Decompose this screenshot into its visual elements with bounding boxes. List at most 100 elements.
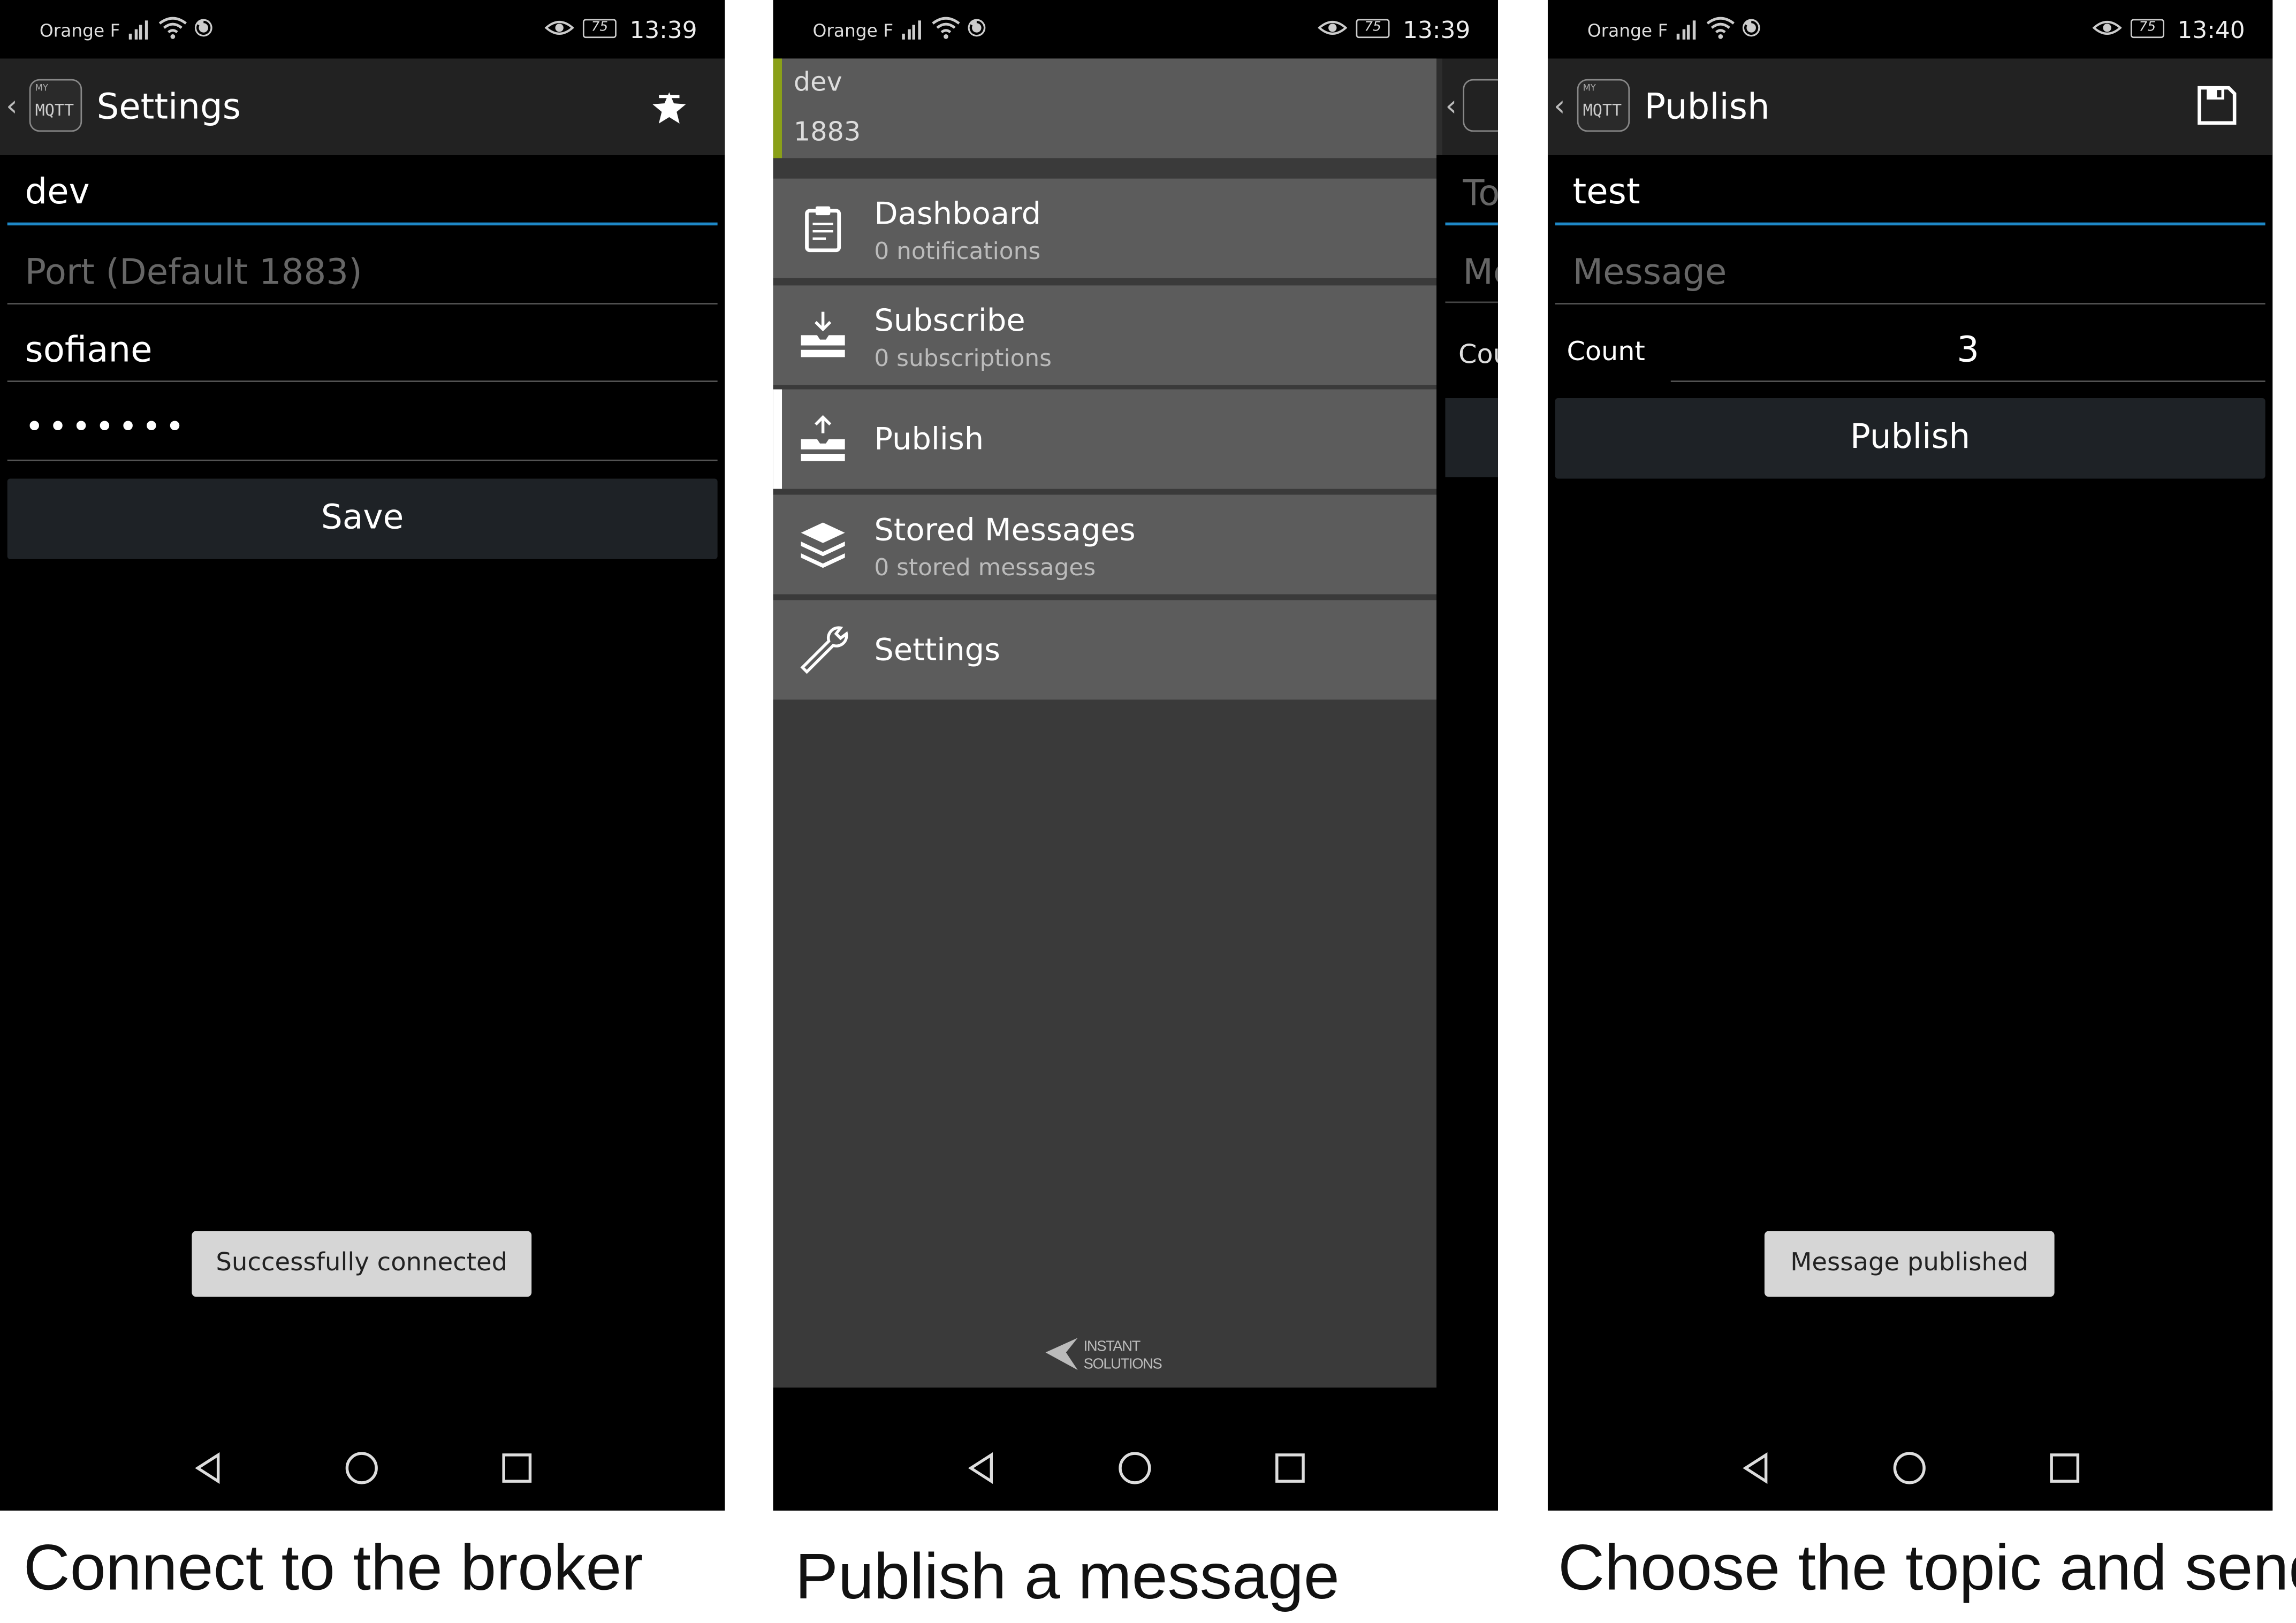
peek-topic-underline xyxy=(1445,222,1498,226)
app-bar: ‹ MY MQTT Publish xyxy=(1547,58,2273,155)
mqtt-logo-icon[interactable]: MY MQTT xyxy=(1577,79,1630,132)
svg-text:INSTANT: INSTANT xyxy=(1084,1338,1141,1354)
drawer-header: dev 1883 xyxy=(773,58,1437,158)
signal-icon xyxy=(128,19,153,40)
peek-publish-button xyxy=(1445,398,1498,477)
peek-topic-field: To xyxy=(1463,172,1498,214)
drawer-item-label: Dashboard xyxy=(874,196,1041,232)
battery-icon: 75 xyxy=(582,19,617,39)
eye-icon xyxy=(1318,16,1348,45)
svg-text:SOLUTIONS: SOLUTIONS xyxy=(1084,1355,1162,1372)
status-bar: Orange F 75 13:39 xyxy=(0,0,725,59)
back-icon[interactable]: ‹ xyxy=(6,88,18,123)
carrier-label: Orange F xyxy=(1587,20,1668,41)
save-icon[interactable] xyxy=(2196,85,2238,126)
drawer-item-label: Subscribe xyxy=(874,303,1025,338)
subscribe-tray-icon xyxy=(796,309,849,361)
status-bar: Orange F 75 13:39 xyxy=(773,0,1498,59)
screenshot-stage: Orange F 75 13:39 ‹ MY MQTT Settings dev… xyxy=(0,0,2296,1614)
signal-icon xyxy=(1676,19,1700,40)
status-bar: Orange F 75 13:40 xyxy=(1547,0,2273,59)
eye-icon xyxy=(544,16,574,45)
phone-settings-screen: Orange F 75 13:39 ‹ MY MQTT Settings dev… xyxy=(0,0,725,1511)
system-nav-bar xyxy=(1547,1390,2273,1511)
system-nav-bar xyxy=(0,1390,725,1511)
peek-app-bar: ‹ xyxy=(1436,58,1498,155)
save-button[interactable]: Save xyxy=(7,478,718,559)
password-field[interactable]: ••••••• xyxy=(7,385,718,461)
nav-back-icon[interactable] xyxy=(965,1451,1000,1486)
drawer-item-publish[interactable]: Publish xyxy=(773,389,1437,489)
publish-tray-icon xyxy=(796,413,849,465)
battery-icon: 75 xyxy=(1356,19,1390,39)
mqtt-logo-icon[interactable]: MY MQTT xyxy=(29,79,82,132)
caption-connect: Connect to the broker xyxy=(23,1532,643,1604)
clock: 13:40 xyxy=(2177,16,2245,44)
clock: 13:39 xyxy=(629,16,697,44)
eye-icon xyxy=(2092,16,2122,45)
topic-field[interactable]: test xyxy=(1555,149,2265,226)
toast-message: Message published xyxy=(1764,1231,2055,1297)
drawer-item-sub: 0 subscriptions xyxy=(874,344,1052,372)
nav-recents-icon[interactable] xyxy=(1273,1451,1308,1486)
count-field[interactable]: 3 xyxy=(1670,312,2265,382)
peek-count-label: Cou xyxy=(1458,339,1498,371)
toast-message: Successfully connected xyxy=(192,1231,532,1297)
sync-icon xyxy=(1739,16,1763,45)
wifi-icon xyxy=(1706,16,1735,45)
page-title: Publish xyxy=(1644,86,1770,127)
carrier-label: Orange F xyxy=(39,20,120,41)
drawer-port: 1883 xyxy=(793,117,861,148)
port-field[interactable]: Port (Default 1883) xyxy=(7,228,718,304)
count-label: Count xyxy=(1567,337,1645,368)
drawer-host: dev xyxy=(793,67,842,98)
sync-icon xyxy=(965,16,989,45)
signal-icon xyxy=(902,19,925,40)
system-nav-bar xyxy=(773,1390,1498,1511)
back-icon[interactable]: ‹ xyxy=(1554,88,1565,123)
wifi-icon xyxy=(931,16,961,45)
username-field[interactable]: sofiane xyxy=(7,306,718,382)
drawer-item-settings[interactable]: Settings xyxy=(773,600,1437,700)
carrier-label: Orange F xyxy=(812,20,894,41)
background-screen-peek: ‹ To Me Cou xyxy=(1436,58,1498,1388)
nav-back-icon[interactable] xyxy=(192,1451,227,1486)
page-title: Settings xyxy=(96,86,241,127)
sync-icon xyxy=(192,16,215,45)
drawer-item-sub: 0 notifications xyxy=(874,237,1041,265)
caption-choose-topic: Choose the topic and send xyxy=(1558,1532,2296,1604)
drawer-item-label: Publish xyxy=(874,421,984,457)
message-field[interactable]: Message xyxy=(1555,228,2265,304)
app-bar: ‹ MY MQTT Settings xyxy=(0,58,725,155)
nav-back-icon[interactable] xyxy=(1739,1451,1775,1486)
drawer-item-stored-messages[interactable]: Stored Messages 0 stored messages xyxy=(773,494,1437,595)
nav-home-icon[interactable] xyxy=(344,1451,379,1486)
caption-publish: Publish a message xyxy=(795,1541,1340,1613)
wrench-icon xyxy=(796,623,849,676)
peek-message-field: Me xyxy=(1463,252,1498,293)
mqtt-logo-icon xyxy=(1463,79,1498,132)
layers-icon xyxy=(796,518,849,570)
nav-recents-icon[interactable] xyxy=(499,1451,535,1486)
wifi-icon xyxy=(158,16,187,45)
phone-drawer-screen: Orange F 75 13:39 dev 1883 Dashboard 0 n… xyxy=(773,0,1498,1511)
drawer-item-sub: 0 stored messages xyxy=(874,553,1096,581)
star-icon[interactable] xyxy=(649,88,690,129)
battery-icon: 75 xyxy=(2130,19,2164,39)
clock: 13:39 xyxy=(1403,16,1471,44)
host-field[interactable]: dev xyxy=(7,149,718,226)
publish-button[interactable]: Publish xyxy=(1555,398,2265,479)
drawer-item-label: Settings xyxy=(874,632,1001,668)
drawer-item-subscribe[interactable]: Subscribe 0 subscriptions xyxy=(773,285,1437,385)
nav-home-icon[interactable] xyxy=(1117,1451,1153,1486)
instant-solutions-logo: INSTANT SOLUTIONS xyxy=(1043,1332,1174,1376)
nav-home-icon[interactable] xyxy=(1892,1451,1927,1486)
drawer-item-label: Stored Messages xyxy=(874,512,1136,548)
peek-message-underline xyxy=(1445,301,1498,303)
back-icon: ‹ xyxy=(1445,88,1457,123)
drawer-item-dashboard[interactable]: Dashboard 0 notifications xyxy=(773,178,1437,278)
phone-publish-screen: Orange F 75 13:40 ‹ MY MQTT Publish test… xyxy=(1547,0,2273,1511)
nav-recents-icon[interactable] xyxy=(2047,1451,2082,1486)
navigation-drawer: dev 1883 Dashboard 0 notifications Subsc… xyxy=(773,58,1437,1388)
clipboard-icon xyxy=(796,202,849,254)
